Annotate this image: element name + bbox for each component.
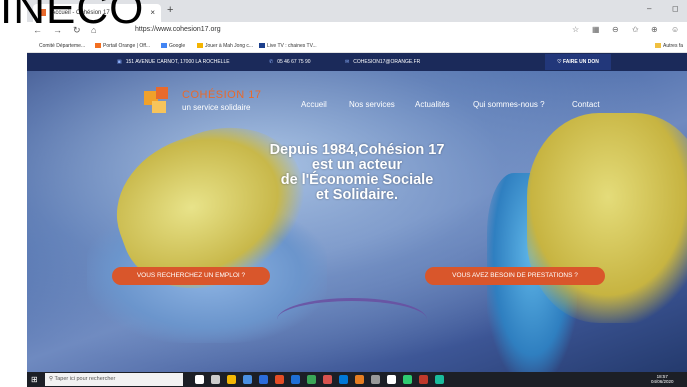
url-field[interactable]: https://www.cohesion17.org xyxy=(135,26,221,33)
taskbar-app-icon[interactable] xyxy=(371,375,380,384)
taskbar-app-icon[interactable] xyxy=(307,375,316,384)
browser-window: Accueil - Cohésion 17 × + – ◻ ← → ↻ ⌂ ht… xyxy=(27,0,687,387)
job-search-button[interactable]: VOUS RECHERCHEZ UN EMPLOI ? xyxy=(112,267,270,285)
site-topbar: ▣ 151 AVENUE CARNOT, 17000 LA ROCHELLE ✆ 0… xyxy=(27,53,687,71)
taskbar-search[interactable]: ⚲ Taper ici pour rechercher xyxy=(45,373,183,386)
taskbar-app-icon[interactable] xyxy=(243,375,252,384)
taskbar-app-icon[interactable] xyxy=(387,375,396,384)
bookmark-folder[interactable]: Autres fa xyxy=(655,43,683,49)
heart-icon: ♡ xyxy=(557,59,562,65)
favorite-star-icon[interactable]: ☆ xyxy=(572,25,579,34)
site-logo[interactable]: COHÉSION 17 un service solidaire xyxy=(142,85,282,119)
taskbar-app-icon[interactable] xyxy=(227,375,236,384)
taskbar-app-icon[interactable] xyxy=(355,375,364,384)
web-page: ▣ 151 AVENUE CARNOT, 17000 LA ROCHELLE ✆ 0… xyxy=(27,53,687,372)
menu-actualites[interactable]: Actualités xyxy=(415,100,450,109)
taskbar-app-icon[interactable] xyxy=(211,375,220,384)
minimize-icon[interactable]: – xyxy=(647,4,651,13)
bookmark-item[interactable]: Live TV : chaines TV... xyxy=(259,43,317,49)
email-icon: ✉ xyxy=(345,59,350,65)
tracking-icon[interactable]: ⊖ xyxy=(612,25,619,34)
taskbar-app-icon[interactable] xyxy=(435,375,444,384)
address-info: ▣ 151 AVENUE CARNOT, 17000 LA ROCHELLE xyxy=(117,59,230,65)
donate-button[interactable]: ♡ FAIRE UN DON xyxy=(545,54,611,70)
taskbar: ⊞ ⚲ Taper ici pour rechercher 18:57 04/06… xyxy=(27,372,687,387)
bookmark-item[interactable]: Portail Orange | Off... xyxy=(95,43,150,49)
taskbar-app-icon[interactable] xyxy=(195,375,204,384)
phone-icon: ✆ xyxy=(269,59,274,65)
new-tab-icon[interactable]: + xyxy=(167,4,173,16)
menu-accueil[interactable]: Accueil xyxy=(301,100,327,109)
hero-glove-right xyxy=(527,113,687,323)
taskbar-clock[interactable]: 18:57 04/06/2020 xyxy=(651,374,674,384)
location-icon: ▣ xyxy=(117,59,122,65)
orange-icon xyxy=(95,43,101,49)
taskbar-app-icon[interactable] xyxy=(323,375,332,384)
overlay-title: INECO xyxy=(0,0,145,33)
taskbar-app-icon[interactable] xyxy=(291,375,300,384)
search-icon: ⚲ xyxy=(49,376,54,382)
favorites-icon[interactable]: ✩ xyxy=(632,25,639,34)
profile-icon[interactable]: ☺ xyxy=(671,25,679,34)
reading-view-icon[interactable]: ▦ xyxy=(592,25,600,34)
menu-contact[interactable]: Contact xyxy=(572,100,600,109)
bookmark-item[interactable]: Google xyxy=(161,43,185,49)
folder-icon xyxy=(655,43,661,49)
taskbar-app-icon[interactable] xyxy=(403,375,412,384)
logo-title: COHÉSION 17 xyxy=(182,89,262,101)
windows-start-icon[interactable]: ⊞ xyxy=(31,375,38,384)
cube-logo-icon xyxy=(142,85,172,115)
bookmarks-bar: Comité Départeme... Portail Orange | Off… xyxy=(27,40,687,53)
tab-close-icon[interactable]: × xyxy=(150,4,155,22)
menu-nos-services[interactable]: Nos services xyxy=(349,100,395,109)
collections-icon[interactable]: ⊕ xyxy=(651,25,658,34)
hero-headline: Depuis 1984,Cohésion 17 est un acteur de… xyxy=(269,142,445,203)
bookmark-item[interactable]: Comité Départeme... xyxy=(39,43,85,49)
taskbar-app-icon[interactable] xyxy=(259,375,268,384)
email-info[interactable]: ✉ COHESION17@ORANGE.FR xyxy=(345,59,420,65)
taskbar-app-icon[interactable] xyxy=(419,375,428,384)
taskbar-app-icon[interactable] xyxy=(339,375,348,384)
maximize-icon[interactable]: ◻ xyxy=(672,4,679,13)
hero-swirl xyxy=(277,298,427,341)
google-icon xyxy=(161,43,167,49)
bookmark-item[interactable]: Jouer à Mah Jong c... xyxy=(197,43,253,49)
tv-icon xyxy=(259,43,265,49)
logo-subtitle: un service solidaire xyxy=(182,103,251,112)
game-icon xyxy=(197,43,203,49)
phone-info[interactable]: ✆ 05 46 67 75 90 xyxy=(269,59,311,65)
menu-qui-sommes-nous[interactable]: Qui sommes-nous ? xyxy=(473,100,545,109)
taskbar-app-icon[interactable] xyxy=(275,375,284,384)
services-request-button[interactable]: VOUS AVEZ BESOIN DE PRESTATIONS ? xyxy=(425,267,605,285)
